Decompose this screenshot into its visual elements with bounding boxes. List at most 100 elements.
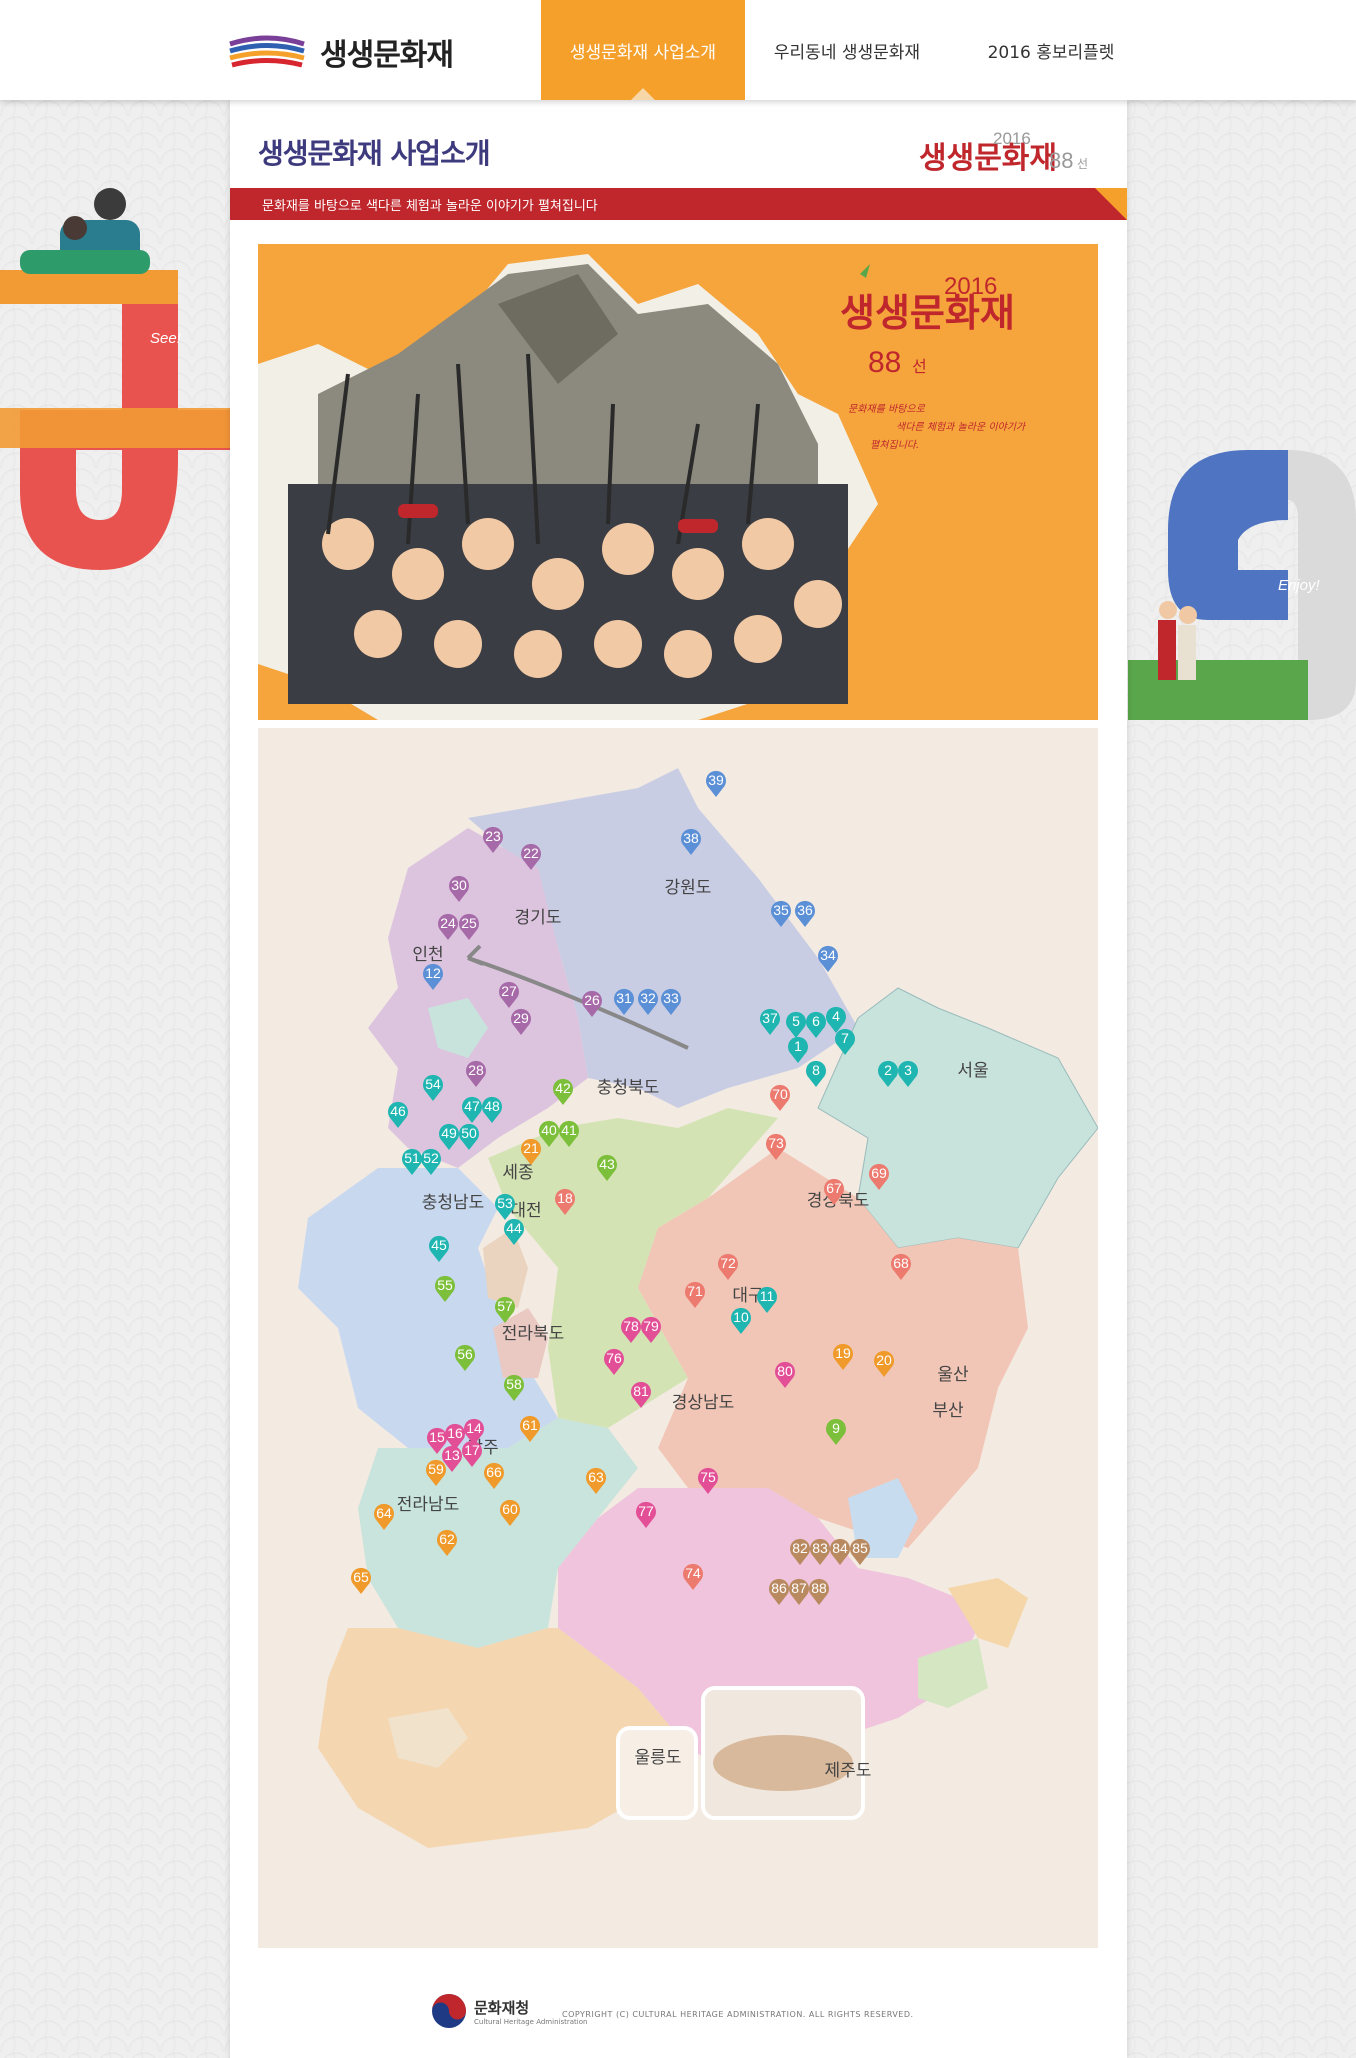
ulleungdo-inset[interactable] (616, 1726, 698, 1820)
pin-number: 2 (884, 1062, 892, 1078)
pin-number: 27 (501, 983, 517, 999)
pin-number: 71 (687, 1283, 703, 1299)
pin-number: 78 (623, 1318, 639, 1334)
nav-item-leaflet[interactable]: 2016 홍보리플렛 (949, 0, 1153, 100)
pin-number: 28 (468, 1062, 484, 1078)
map-pin-85[interactable]: 85 (850, 1538, 870, 1565)
pin-number: 32 (640, 990, 656, 1006)
left-ribbon-decoration: See! (0, 188, 230, 570)
pin-number: 16 (447, 1425, 463, 1441)
pin-number: 87 (791, 1580, 807, 1596)
map-pin-65[interactable]: 65 (351, 1567, 371, 1594)
pin-number: 3 (904, 1062, 912, 1078)
map-pin-70[interactable]: 70 (770, 1084, 790, 1111)
pin-number: 41 (561, 1122, 577, 1138)
pin-number: 69 (871, 1165, 887, 1181)
content-panel: 생생문화재 사업소개 생생문화재 2016 88 선 문화재를 바탕으로 색다른… (230, 100, 1127, 2058)
region-label: 부산 (932, 1401, 964, 1421)
pin-number: 38 (683, 830, 699, 846)
pin-number: 37 (762, 1010, 778, 1026)
footer-copyright: COPYRIGHT (C) CULTURAL HERITAGE ADMINIST… (562, 2010, 914, 2019)
hero-banner: 생생문화재 2016 88 선 문화재를 바탕으로 색다른 체험과 놀라운 이야… (258, 244, 1098, 720)
tagline-bar: 문화재를 바탕으로 색다른 체험과 놀라운 이야기가 펼쳐집니다 (230, 188, 1127, 220)
hero-brand-year: 2016 (944, 273, 997, 300)
right-ribbon-decoration: Enjoy! (1128, 450, 1356, 720)
hero-brand-count: 88 (868, 346, 901, 379)
nav-item-business-intro[interactable]: 생생문화재 사업소개 (541, 0, 745, 100)
map-pin-39[interactable]: 39 (706, 770, 726, 797)
pin-number: 44 (506, 1220, 522, 1236)
pin-number: 81 (633, 1383, 649, 1399)
pin-number: 26 (584, 992, 600, 1008)
region-label: 경상남도 (672, 1393, 735, 1413)
pin-number: 73 (768, 1135, 784, 1151)
pin-number: 33 (663, 990, 679, 1006)
pin-number: 58 (506, 1376, 522, 1392)
pin-number: 68 (893, 1255, 909, 1271)
pin-number: 53 (497, 1195, 513, 1211)
page-title: 생생문화재 사업소개 (258, 137, 491, 170)
pin-number: 22 (523, 845, 539, 861)
pin-number: 25 (461, 915, 477, 931)
korea-map-svg: 강원도경기도인천서울충청북도충청남도세종대전 경상북도대구전라북도경상남도울산부산… (298, 768, 1098, 1848)
pin-number: 29 (513, 1010, 529, 1026)
pin-number: 11 (760, 1288, 775, 1304)
pin-number: 76 (606, 1350, 622, 1366)
pin-number: 31 (616, 990, 632, 1006)
top-navigation-bar: 생생문화재 생생문화재 사업소개 우리동네 생생문화재 2016 홍보리플렛 (0, 0, 1356, 100)
pin-number: 18 (557, 1190, 573, 1206)
pin-number: 56 (457, 1346, 473, 1362)
pin-number: 43 (599, 1156, 615, 1172)
pin-number: 7 (841, 1030, 849, 1046)
hero-brand-unit: 선 (912, 357, 927, 376)
pin-number: 10 (733, 1309, 749, 1325)
logo-text: 생생문화재 (320, 38, 454, 73)
tagline-text: 문화재를 바탕으로 색다른 체험과 놀라운 이야기가 펼쳐집니다 (262, 199, 598, 214)
main-nav: 생생문화재 사업소개 우리동네 생생문화재 2016 홍보리플렛 (541, 0, 1153, 100)
pin-number: 21 (523, 1140, 539, 1156)
pin-number: 6 (812, 1013, 820, 1029)
see-word: See! (150, 330, 182, 347)
pin-number: 5 (792, 1013, 800, 1029)
pin-number: 23 (485, 828, 501, 844)
pin-number: 63 (588, 1469, 604, 1485)
pin-number: 17 (464, 1442, 480, 1458)
region-label: 서울 (957, 1061, 988, 1081)
region-label: 전라남도 (397, 1495, 460, 1515)
footer: 문화재청 Cultural Heritage Administration CO… (230, 1988, 1127, 2048)
pin-number: 67 (826, 1180, 842, 1196)
region-label: 제주도 (825, 1761, 872, 1781)
site-logo[interactable]: 생생문화재 (228, 30, 454, 74)
pin-number: 66 (486, 1464, 502, 1480)
logo-waves-icon (229, 35, 305, 68)
brand-mini-year: 2016 (993, 129, 1031, 148)
pin-number: 8 (812, 1062, 820, 1078)
pin-number: 75 (700, 1469, 716, 1485)
pin-number: 20 (876, 1352, 892, 1368)
map-pin-8[interactable]: 8 (806, 1060, 827, 1087)
pin-number: 55 (437, 1277, 453, 1293)
region-sejong[interactable] (483, 1228, 528, 1308)
pin-number: 42 (555, 1080, 571, 1096)
pin-number: 84 (832, 1540, 848, 1556)
pin-number: 24 (440, 915, 456, 931)
pin-number: 40 (541, 1122, 557, 1138)
pin-number: 39 (708, 772, 724, 788)
pin-number: 35 (773, 902, 789, 918)
pin-number: 36 (797, 902, 813, 918)
pin-number: 59 (428, 1461, 444, 1477)
region-label: 충청남도 (422, 1193, 485, 1213)
pin-number: 9 (832, 1420, 840, 1436)
pin-number: 85 (852, 1540, 868, 1556)
pin-number: 64 (376, 1505, 392, 1521)
hero-handwriting-3: 펼쳐집니다. (870, 439, 919, 451)
pin-number: 48 (484, 1098, 500, 1114)
nav-item-local-heritage[interactable]: 우리동네 생생문화재 (745, 0, 949, 100)
map-pin-36[interactable]: 36 (795, 900, 815, 927)
pin-number: 15 (429, 1429, 445, 1445)
pin-number: 54 (425, 1076, 441, 1092)
hero-handwriting-1: 문화재를 바탕으로 (848, 403, 926, 415)
pin-number: 1 (794, 1038, 802, 1054)
pin-number: 57 (497, 1298, 513, 1314)
enjoy-word: Enjoy! (1278, 577, 1321, 594)
